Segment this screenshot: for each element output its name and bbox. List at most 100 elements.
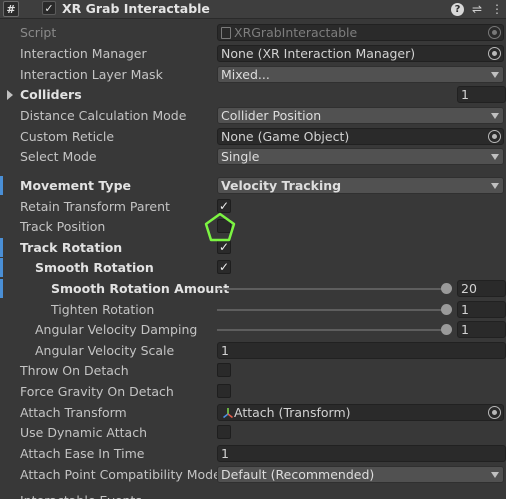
dropdown-arrow-icon <box>491 183 499 189</box>
track-rotation-checkbox[interactable]: ✓ <box>217 240 231 254</box>
interaction-manager-value: None (XR Interaction Manager) <box>221 46 416 61</box>
attach-transform-field[interactable]: Attach (Transform) <box>217 404 504 421</box>
interactable-events-row: Interactable Events <box>0 488 506 499</box>
angular-velocity-damping-field[interactable]: 1 <box>457 321 506 338</box>
movement-type-row: Movement Type Velocity Tracking <box>0 175 506 196</box>
override-indicator <box>0 258 3 277</box>
attach-transform-label: Attach Transform <box>20 405 127 420</box>
script-value: XRGrabInteractable <box>234 25 358 40</box>
override-indicator <box>0 176 3 195</box>
force-gravity-on-detach-row: Force Gravity On Detach <box>0 381 506 402</box>
tighten-rotation-row: Tighten Rotation 1 <box>0 299 506 320</box>
dropdown-arrow-icon <box>491 154 499 160</box>
foldout-arrow-icon[interactable] <box>7 90 13 100</box>
force-gravity-on-detach-label: Force Gravity On Detach <box>20 384 174 399</box>
component-title[interactable]: XR Grab Interactable <box>62 0 210 18</box>
track-rotation-label: Track Rotation <box>20 240 123 255</box>
dropdown-arrow-icon <box>491 72 499 78</box>
custom-reticle-field[interactable]: None (Game Object) <box>217 128 504 145</box>
tighten-rotation-field[interactable]: 1 <box>457 301 506 318</box>
select-mode-label: Select Mode <box>20 149 97 164</box>
object-picker-icon[interactable] <box>488 406 501 419</box>
smooth-rotation-amount-slider-track[interactable] <box>217 288 446 290</box>
tighten-rotation-slider-track[interactable] <box>217 309 446 311</box>
presets-icon[interactable]: ⇌ <box>469 1 485 17</box>
script-component-icon: # <box>3 1 19 17</box>
attach-point-compat-mode-row: Attach Point Compatibility Mode Default … <box>0 464 506 485</box>
tighten-rotation-label: Tighten Rotation <box>51 302 155 317</box>
object-picker-icon[interactable] <box>488 130 501 143</box>
component-header: # ✓ XR Grab Interactable ? ⇌ ⋮ <box>0 0 506 19</box>
tighten-rotation-slider-handle[interactable] <box>441 304 452 315</box>
attach-point-compat-mode-dropdown[interactable]: Default (Recommended) <box>217 466 504 483</box>
colliders-label[interactable]: Colliders <box>20 84 82 105</box>
select-mode-value: Single <box>221 149 260 164</box>
track-rotation-row: Track Rotation ✓ <box>0 237 506 258</box>
angular-velocity-scale-label: Angular Velocity Scale <box>35 343 175 358</box>
interaction-layer-mask-label: Interaction Layer Mask <box>20 67 163 82</box>
component-enabled-checkbox[interactable]: ✓ <box>42 1 56 15</box>
attach-transform-value: Attach (Transform) <box>234 405 351 420</box>
attach-ease-in-time-label: Attach Ease In Time <box>20 446 145 461</box>
distance-calc-mode-row: Distance Calculation Mode Collider Posit… <box>0 105 506 126</box>
retain-transform-parent-row: Retain Transform Parent ✓ <box>0 196 506 217</box>
use-dynamic-attach-checkbox[interactable] <box>217 425 231 439</box>
colliders-size-field[interactable]: 1 <box>457 86 506 103</box>
interactable-events-label[interactable]: Interactable Events <box>20 490 142 499</box>
smooth-rotation-amount-field[interactable]: 20 <box>457 280 506 297</box>
attach-ease-in-time-row: Attach Ease In Time 1 <box>0 443 506 464</box>
track-position-label: Track Position <box>20 219 106 234</box>
angular-velocity-scale-field[interactable]: 1 <box>217 342 506 359</box>
cursor-highlight-icon <box>204 212 236 242</box>
attach-point-compat-mode-value: Default (Recommended) <box>221 467 375 482</box>
angular-velocity-damping-label: Angular Velocity Damping <box>35 322 198 337</box>
custom-reticle-row: Custom Reticle None (Game Object) <box>0 126 506 147</box>
object-picker-icon[interactable] <box>488 47 501 60</box>
object-picker-icon <box>488 26 501 39</box>
interaction-manager-row: Interaction Manager None (XR Interaction… <box>0 43 506 64</box>
smooth-rotation-amount-row: Smooth Rotation Amount 20 <box>0 278 506 299</box>
script-row: Script XRGrabInteractable <box>0 22 506 43</box>
smooth-rotation-amount-slider-handle[interactable] <box>441 283 452 294</box>
interaction-manager-label: Interaction Manager <box>20 46 147 61</box>
select-mode-dropdown[interactable]: Single <box>217 148 504 165</box>
colliders-row: Colliders 1 <box>0 84 506 105</box>
override-indicator <box>0 279 3 298</box>
dropdown-arrow-icon <box>491 113 499 119</box>
interaction-layer-mask-dropdown[interactable]: Mixed... <box>217 66 504 83</box>
attach-ease-in-time-field[interactable]: 1 <box>217 445 506 462</box>
throw-on-detach-checkbox[interactable] <box>217 363 231 377</box>
retain-transform-parent-checkbox[interactable]: ✓ <box>217 199 231 213</box>
dropdown-arrow-icon <box>491 472 499 478</box>
use-dynamic-attach-row: Use Dynamic Attach <box>0 422 506 443</box>
use-dynamic-attach-label: Use Dynamic Attach <box>20 425 148 440</box>
attach-point-compat-mode-label: Attach Point Compatibility Mode <box>20 467 221 482</box>
smooth-rotation-checkbox[interactable]: ✓ <box>217 260 231 274</box>
movement-type-label: Movement Type <box>20 178 131 193</box>
distance-calc-mode-dropdown[interactable]: Collider Position <box>217 107 504 124</box>
movement-type-dropdown[interactable]: Velocity Tracking <box>217 177 504 194</box>
distance-calc-mode-label: Distance Calculation Mode <box>20 108 187 123</box>
angular-velocity-damping-slider-handle[interactable] <box>441 324 452 335</box>
override-indicator <box>0 238 3 257</box>
smooth-rotation-label: Smooth Rotation <box>35 260 154 275</box>
throw-on-detach-label: Throw On Detach <box>20 363 129 378</box>
script-field[interactable]: XRGrabInteractable <box>217 24 504 41</box>
movement-type-value: Velocity Tracking <box>221 178 342 193</box>
help-icon[interactable]: ? <box>451 3 464 16</box>
angular-velocity-damping-slider-track[interactable] <box>217 329 446 331</box>
component-menu-icon[interactable]: ⋮ <box>489 1 505 17</box>
smooth-rotation-amount-label: Smooth Rotation Amount <box>51 281 230 296</box>
smooth-rotation-row: Smooth Rotation ✓ <box>0 257 506 278</box>
script-file-icon <box>221 27 231 39</box>
interaction-layer-mask-row: Interaction Layer Mask Mixed... <box>0 64 506 85</box>
interaction-manager-field[interactable]: None (XR Interaction Manager) <box>217 45 504 62</box>
angular-velocity-scale-row: Angular Velocity Scale 1 <box>0 340 506 361</box>
throw-on-detach-row: Throw On Detach <box>0 360 506 381</box>
attach-transform-row: Attach Transform Attach (Transform) <box>0 402 506 423</box>
force-gravity-on-detach-checkbox[interactable] <box>217 384 231 398</box>
distance-calc-mode-value: Collider Position <box>221 108 322 123</box>
custom-reticle-label: Custom Reticle <box>20 129 115 144</box>
script-label: Script <box>20 25 57 40</box>
transform-axes-icon <box>223 408 233 419</box>
